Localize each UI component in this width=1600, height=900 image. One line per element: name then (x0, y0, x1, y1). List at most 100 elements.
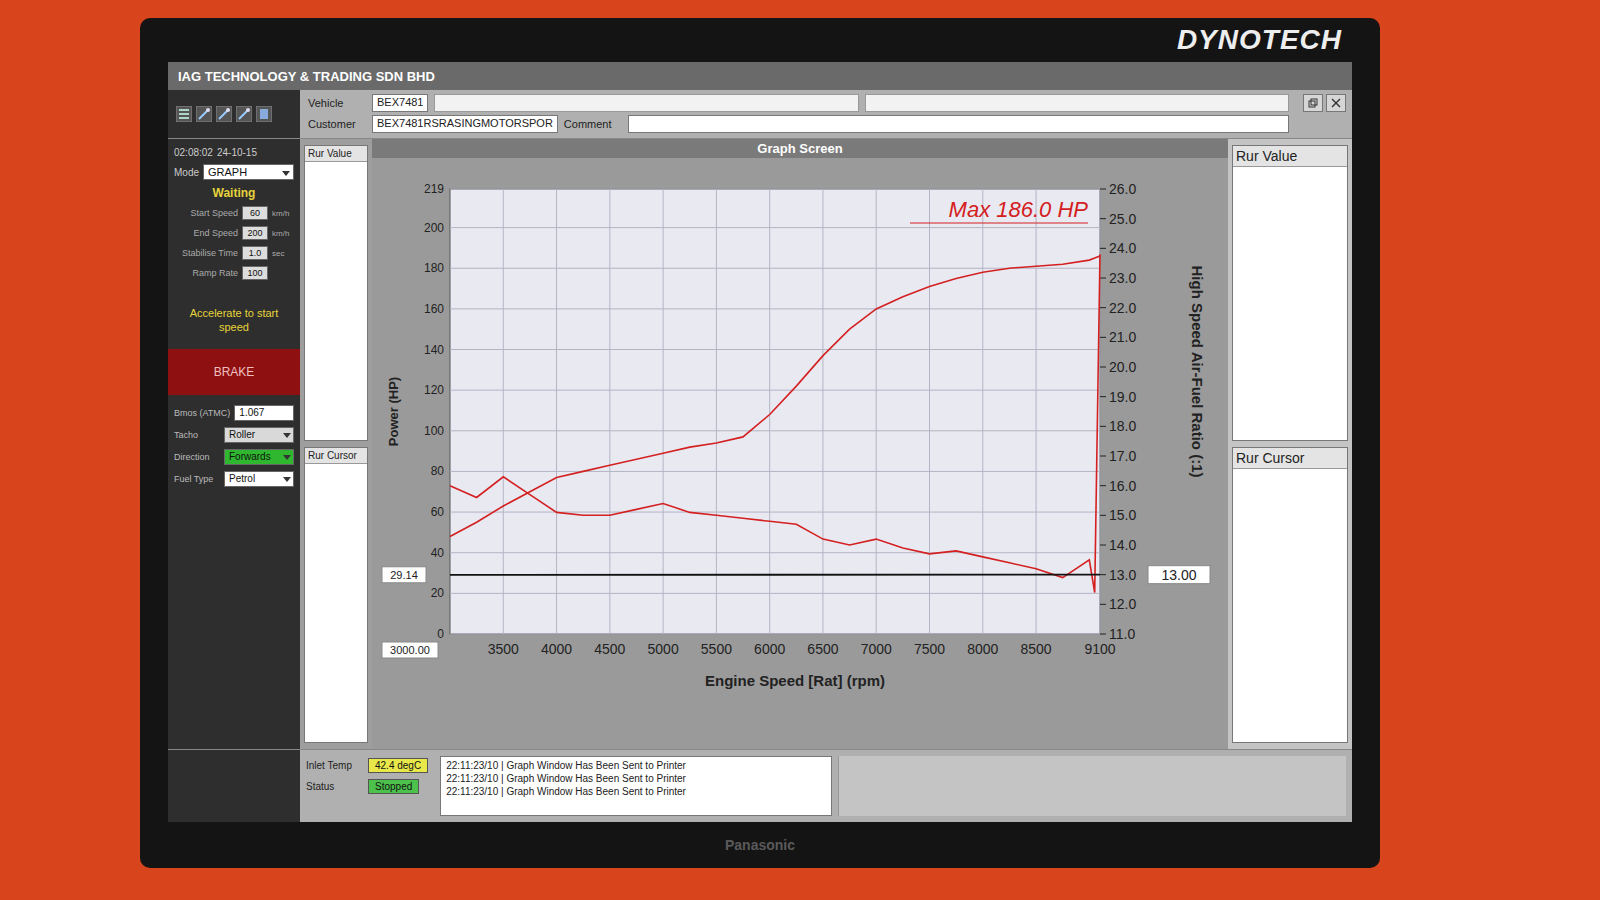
mode-value: GRAPH (208, 166, 247, 178)
grid-line (929, 189, 930, 634)
extra-field[interactable] (865, 94, 1289, 112)
x-tick-label: 6500 (807, 641, 838, 657)
y-right-tick-label: 11.0 (1109, 626, 1135, 642)
y-right-title: High Speed Air-Fuel Ratio (:1) (1189, 266, 1206, 478)
tick-mark (1100, 574, 1106, 575)
option-dropdown[interactable]: Petrol (224, 471, 294, 487)
field-label: Comment (564, 118, 622, 130)
grid-line (450, 593, 1100, 594)
run-list[interactable]: Rur Value (304, 145, 368, 441)
window-buttons (1297, 90, 1352, 138)
option-field[interactable]: 1.067 (234, 405, 294, 421)
option-row: Fuel TypePetrol (174, 471, 294, 487)
mode-dropdown[interactable]: GRAPH (203, 164, 294, 180)
dynotech-logo: DYNOTECH (1177, 24, 1342, 56)
inlet-temp: 42.4 degC (368, 758, 428, 773)
graph-icon[interactable] (236, 106, 252, 122)
run-prompt: Accelerate to start speed (174, 286, 294, 339)
tick-mark (1100, 218, 1106, 219)
x-tick-label: 9100 (1084, 641, 1115, 657)
y-right-tick-label: 16.0 (1109, 478, 1136, 494)
wrench-icon[interactable] (216, 106, 232, 122)
run-list-header: Rur Cursor (1233, 448, 1347, 469)
grid-line (1036, 189, 1037, 634)
log-line: 22:11:23/10 | Graph Window Has Been Sent… (446, 773, 826, 784)
x-tick-label: 4500 (594, 641, 625, 657)
cursor-line[interactable] (450, 574, 1100, 576)
vehicle-field[interactable]: BEX7481 (372, 94, 428, 112)
setting-value[interactable]: 1.0 (242, 246, 268, 260)
print-icon[interactable] (256, 106, 272, 122)
dropdown-arrow-icon (282, 171, 290, 176)
grid-line (822, 189, 823, 634)
y-left-tick-label: 60 (431, 505, 445, 519)
restore-button[interactable] (1303, 94, 1323, 112)
max-power-label: Max 186.0 HP (949, 197, 1089, 222)
y-right-tick-label: 21.0 (1109, 329, 1136, 345)
run-list[interactable]: Rur Cursor (1232, 447, 1348, 743)
grid-line (609, 189, 610, 634)
setting-value[interactable]: 100 (242, 266, 268, 280)
customer-field[interactable]: BEX7481RSRASINGMOTORSPOR (372, 115, 558, 133)
option-dropdown[interactable]: Roller (224, 427, 294, 443)
y-right-tick-label: 18.0 (1109, 418, 1136, 434)
run-list[interactable]: Rur Value (1232, 145, 1348, 441)
status-label: Status (306, 781, 362, 792)
option-label: Bmos (ATMC) (174, 408, 230, 418)
field-label: Vehicle (308, 97, 366, 109)
field-row: CustomerBEX7481RSRASINGMOTORSPORComment (308, 115, 1289, 133)
setting-row: Start Speed60km/h (174, 206, 294, 220)
grid-line (982, 189, 983, 634)
option-value: Petrol (229, 473, 255, 484)
setting-label: Ramp Rate (174, 268, 238, 278)
clock-row: 02:08:0224-10-15 (174, 147, 294, 158)
setting-unit: km/h (272, 209, 294, 218)
start-rpm-box (382, 642, 438, 658)
grid-line (450, 227, 1100, 228)
close-button[interactable] (1326, 94, 1346, 112)
screen: IAG TECHNOLOGY & TRADING SDN BHD Vehicle B… (168, 62, 1352, 822)
cursor-left-value: 29.14 (390, 569, 418, 581)
x-tick-label: 5000 (648, 641, 679, 657)
tick-mark (1100, 634, 1106, 635)
option-dropdown[interactable]: Forwards (224, 449, 294, 465)
x-tick-label: 6000 (754, 641, 785, 657)
stage: DYNOTECH IAG TECHNOLOGY & TRADING SDN BHD… (0, 0, 1600, 868)
y-right-tick-label: 17.0 (1109, 448, 1136, 464)
tick-mark (1100, 545, 1106, 546)
y-left-tick-label: 219 (424, 182, 444, 196)
window-title: IAG TECHNOLOGY & TRADING SDN BHD (178, 69, 435, 84)
graph-body: 3500400045005000550060006500700075008000… (372, 158, 1228, 749)
run-list-header: Rur Value (305, 146, 367, 162)
y-left-tick-label: 200 (424, 221, 444, 235)
dropdown-arrow-icon (283, 477, 291, 482)
extra-field[interactable] (434, 94, 858, 112)
setting-value[interactable]: 60 (242, 206, 268, 220)
y-right-tick-label: 19.0 (1109, 389, 1136, 405)
y-right-tick-label: 24.0 (1109, 240, 1136, 256)
y-right-tick-label: 26.0 (1109, 181, 1136, 197)
cursor-left-box (382, 567, 426, 583)
setting-row: Stabilise Time1.0sec (174, 246, 294, 260)
y-left-tick-label: 140 (424, 343, 444, 357)
afr-curve (450, 254, 1100, 592)
y-left-tick-label: 160 (424, 302, 444, 316)
run-list[interactable]: Rur Cursor (304, 447, 368, 743)
mode-row: ModeGRAPH (174, 164, 294, 180)
tools-icon[interactable] (196, 106, 212, 122)
panasonic-brand: Panasonic (725, 837, 795, 853)
close-icon (1331, 98, 1341, 108)
max-underline (910, 223, 1088, 224)
status-badge: Stopped (368, 779, 419, 794)
comment-field[interactable] (628, 115, 1289, 133)
menu-icon[interactable] (176, 106, 192, 122)
y-right-tick-label: 13.0 (1109, 567, 1136, 583)
monitor: DYNOTECH IAG TECHNOLOGY & TRADING SDN BHD… (140, 18, 1380, 868)
run-panels: Rur Value Rur Cursor (300, 139, 372, 749)
y-left-tick-label: 180 (424, 261, 444, 275)
brake-button[interactable]: BRAKE (168, 349, 300, 395)
setting-row: Ramp Rate 100 (174, 266, 294, 280)
setting-value[interactable]: 200 (242, 226, 268, 240)
tick-mark (1100, 278, 1106, 279)
plot-area (450, 189, 1100, 634)
